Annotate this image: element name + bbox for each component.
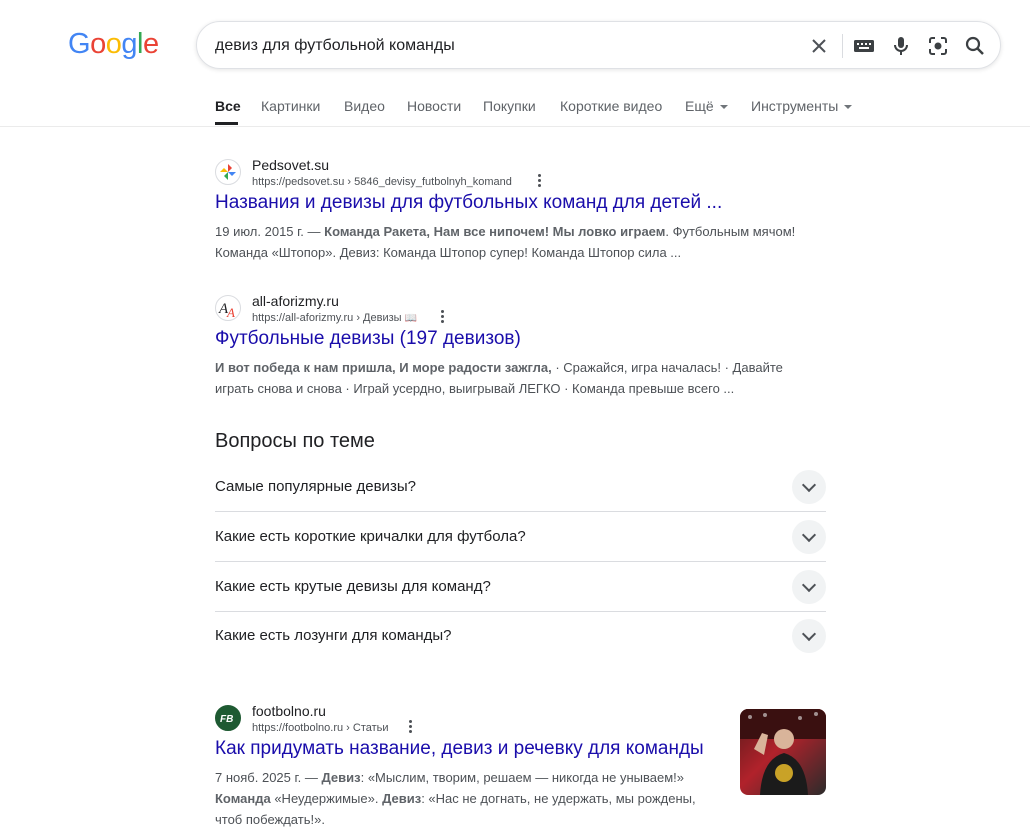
- tab-images[interactable]: Картинки: [261, 98, 320, 114]
- more-options-icon[interactable]: [404, 719, 416, 735]
- question-divider: [215, 511, 826, 512]
- search-result: AA all-aforizmy.ru https://all-aforizmy.…: [215, 293, 815, 405]
- search-result: Pedsovet.su https://pedsovet.su › 5846_d…: [215, 157, 815, 269]
- favicon-text: FB: [220, 714, 233, 725]
- keyboard-icon[interactable]: [852, 34, 876, 58]
- tab-more-label: Ещё: [685, 98, 714, 114]
- result-site-name[interactable]: footbolno.ru: [252, 703, 326, 719]
- result-site-name[interactable]: Pedsovet.su: [252, 157, 329, 173]
- url-text: https://all-aforizmy.ru › Девизы: [252, 312, 402, 324]
- microphone-icon[interactable]: [889, 34, 913, 58]
- question-text: Самые популярные девизы?: [215, 478, 416, 495]
- logo-letter: G: [68, 28, 91, 60]
- logo-letter: o: [90, 28, 106, 60]
- question-text: Какие есть крутые девизы для команд?: [215, 578, 491, 595]
- snippet-highlight: Команда Ракета, Нам все нипочем! Мы ловк…: [324, 224, 666, 239]
- related-question[interactable]: Какие есть крутые девизы для команд?: [215, 570, 826, 620]
- result-title-link[interactable]: Названия и девизы для футбольных команд …: [215, 192, 722, 214]
- related-question[interactable]: Какие есть лозунги для команды?: [215, 619, 826, 669]
- chevron-down-icon: [719, 105, 728, 110]
- tab-shopping[interactable]: Покупки: [483, 98, 536, 114]
- chevron-down-icon[interactable]: [792, 619, 826, 653]
- tab-tools[interactable]: Инструменты: [751, 98, 853, 114]
- question-divider: [215, 561, 826, 562]
- tab-more[interactable]: Ещё: [685, 98, 728, 114]
- question-text: Какие есть короткие кричалки для футбола…: [215, 528, 526, 545]
- chevron-down-icon[interactable]: [792, 570, 826, 604]
- search-divider: [842, 34, 843, 58]
- chevron-down-icon[interactable]: [792, 520, 826, 554]
- google-logo[interactable]: Google: [68, 28, 159, 61]
- search-box[interactable]: девиз для футбольной команды: [196, 21, 1001, 69]
- footbolno-favicon: FB: [215, 705, 241, 731]
- tab-all[interactable]: Все: [215, 98, 241, 114]
- result-snippet: 7 нояб. 2025 г. — Девиз: «Мыслим, творим…: [215, 767, 715, 830]
- more-options-icon[interactable]: [436, 309, 448, 325]
- logo-letter: o: [105, 28, 122, 60]
- snippet-highlight: И вот победа к нам пришла, И море радост…: [215, 360, 552, 375]
- logo-letter: g: [121, 28, 137, 60]
- question-text: Какие есть лозунги для команды?: [215, 627, 452, 644]
- chevron-down-icon: [844, 105, 853, 110]
- aforizmy-favicon: AA: [215, 295, 241, 321]
- tab-tools-label: Инструменты: [751, 98, 839, 114]
- book-icon: 📖: [404, 313, 418, 324]
- snippet-date: 19 июл. 2015 г. —: [215, 224, 325, 239]
- question-divider: [215, 611, 826, 612]
- result-site-name[interactable]: all-aforizmy.ru: [252, 293, 339, 309]
- search-input[interactable]: девиз для футбольной команды: [215, 37, 455, 55]
- snippet-text: «Неудержимые».: [270, 791, 383, 806]
- active-tab-indicator: [215, 122, 238, 125]
- more-options-icon[interactable]: [533, 173, 545, 189]
- related-question[interactable]: Какие есть короткие кричалки для футбола…: [215, 520, 826, 570]
- result-url[interactable]: https://footbolno.ru › Статьи: [252, 722, 389, 734]
- snippet-date: 7 нояб. 2025 г. —: [215, 770, 322, 785]
- snippet-highlight: Девиз: [382, 791, 422, 806]
- pedsovet-favicon: [215, 159, 241, 185]
- logo-letter: e: [142, 28, 159, 60]
- search-result: FB footbolno.ru https://footbolno.ru › С…: [215, 703, 725, 835]
- result-title-link[interactable]: Футбольные девизы (197 девизов): [215, 328, 521, 350]
- result-title-link[interactable]: Как придумать название, девиз и речевку …: [215, 738, 704, 760]
- tab-videos[interactable]: Видео: [344, 98, 385, 114]
- result-thumbnail[interactable]: [740, 709, 826, 795]
- related-questions-heading: Вопросы по теме: [215, 430, 375, 452]
- snippet-text: : «Мыслим, творим, решаем — никогда не у…: [360, 770, 684, 785]
- result-snippet: И вот победа к нам пришла, И море радост…: [215, 357, 815, 399]
- tab-short-videos[interactable]: Короткие видео: [560, 98, 662, 114]
- result-url[interactable]: https://all-aforizmy.ru › Девизы 📖: [252, 312, 417, 324]
- related-question[interactable]: Самые популярные девизы?: [215, 470, 826, 520]
- svg-text:A: A: [226, 305, 235, 320]
- tab-news[interactable]: Новости: [407, 98, 461, 114]
- tabs-divider: [0, 126, 1030, 127]
- search-icon[interactable]: [963, 34, 987, 58]
- chevron-down-icon[interactable]: [792, 470, 826, 504]
- snippet-highlight: Команда: [215, 791, 271, 806]
- close-icon[interactable]: [807, 34, 831, 58]
- result-url[interactable]: https://pedsovet.su › 5846_devisy_futbol…: [252, 176, 512, 188]
- snippet-highlight: Девиз: [321, 770, 361, 785]
- camera-lens-icon[interactable]: [926, 34, 950, 58]
- result-snippet: 19 июл. 2015 г. — Команда Ракета, Нам вс…: [215, 221, 815, 263]
